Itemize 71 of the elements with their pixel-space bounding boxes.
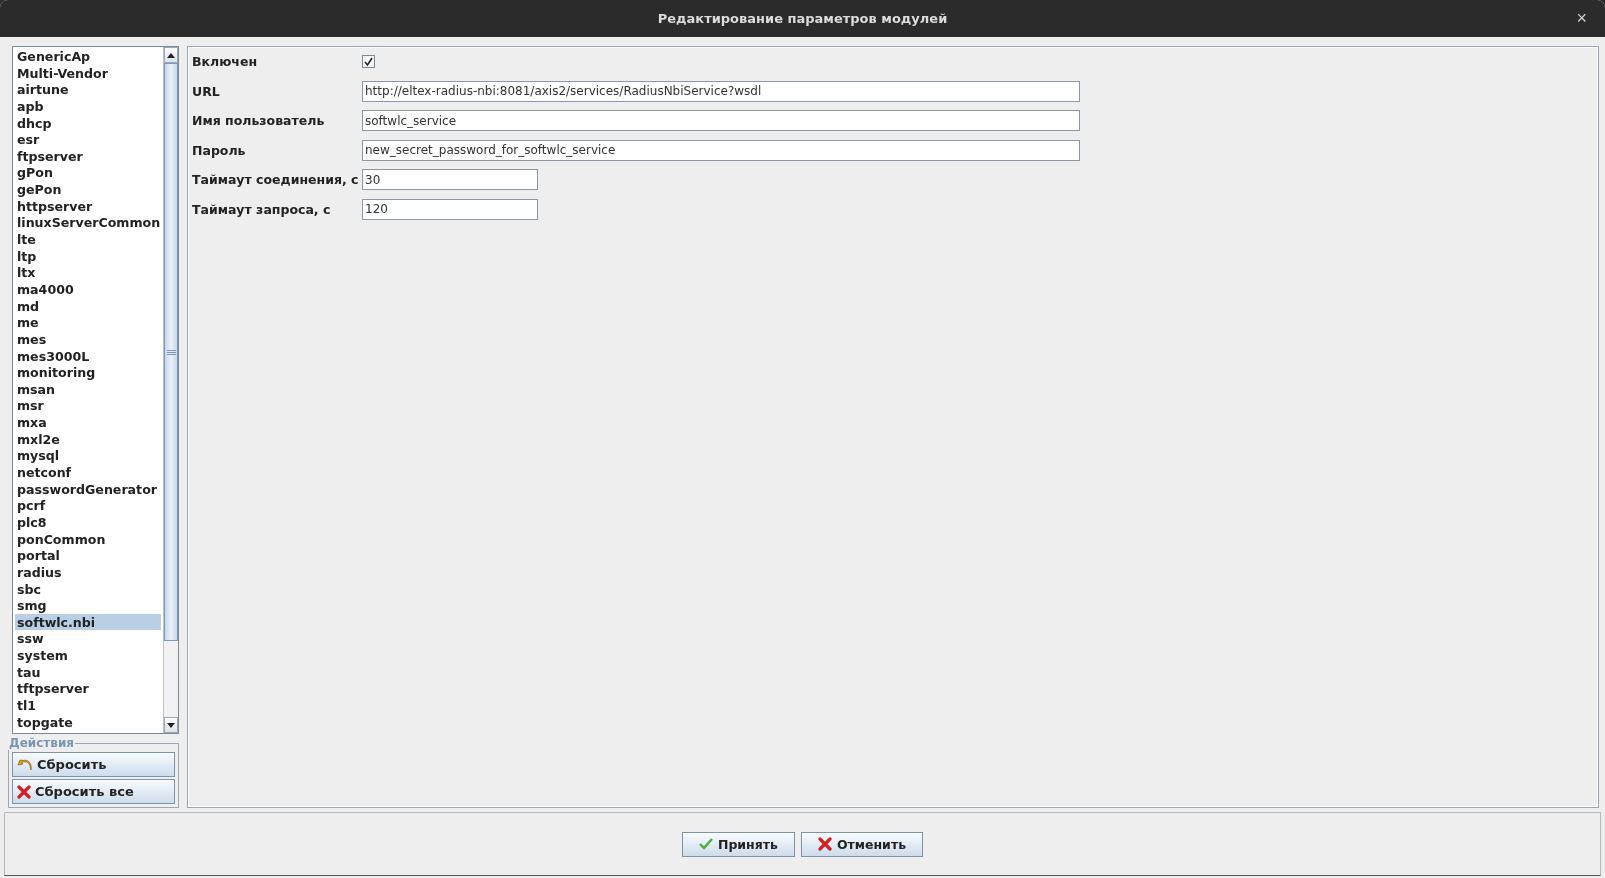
- input-field[interactable]: 30: [362, 169, 538, 191]
- module-item[interactable]: pcrf: [15, 497, 161, 514]
- module-item[interactable]: mes3000L: [15, 347, 161, 365]
- module-item[interactable]: smg: [15, 597, 161, 614]
- module-item[interactable]: portal: [15, 547, 161, 564]
- module-item[interactable]: ma4000: [15, 280, 161, 298]
- module-item[interactable]: topgate: [15, 713, 161, 731]
- module-item[interactable]: mes: [15, 330, 161, 348]
- check-icon: [698, 838, 713, 850]
- module-item[interactable]: softwlc.nbi: [15, 613, 161, 631]
- cancel-button[interactable]: Отменить: [800, 831, 924, 857]
- grip-icon: [166, 349, 176, 355]
- module-item[interactable]: tl1: [15, 697, 161, 714]
- module-item[interactable]: mysql: [15, 447, 161, 464]
- module-item[interactable]: passwordGenerator: [15, 480, 161, 498]
- up-arrow-icon: [167, 52, 175, 58]
- module-item[interactable]: esr: [15, 131, 161, 148]
- module-item[interactable]: linuxServerCommon: [15, 214, 161, 232]
- field-label: Пароль: [192, 142, 247, 158]
- scroll-up-button[interactable]: [164, 47, 178, 63]
- checkbox[interactable]: [362, 55, 375, 69]
- module-item[interactable]: mxa: [15, 414, 161, 431]
- down-arrow-icon: [167, 722, 175, 728]
- group-title: Действия: [8, 736, 75, 750]
- module-item[interactable]: md: [15, 297, 161, 315]
- module-item[interactable]: netconf: [15, 464, 161, 481]
- module-item[interactable]: tftpserver: [15, 680, 161, 697]
- field-label: Имя пользователь: [192, 113, 326, 129]
- input-field[interactable]: http://eltex-radius-nbi:8081/axis2/services/RadiusNbiService?wsdl: [362, 80, 1080, 102]
- module-item[interactable]: gPon: [15, 164, 161, 182]
- input-field[interactable]: 120: [362, 198, 538, 220]
- scrollbar[interactable]: [163, 47, 178, 733]
- module-item[interactable]: Multi-Vendor: [15, 64, 161, 82]
- module-item[interactable]: gePon: [15, 181, 161, 198]
- module-item[interactable]: tau: [15, 663, 161, 681]
- module-item[interactable]: system: [15, 647, 161, 664]
- module-item[interactable]: me: [15, 314, 161, 331]
- scroll-down-button[interactable]: [164, 717, 178, 733]
- module-item[interactable]: ssw: [15, 630, 161, 648]
- module-item[interactable]: apb: [15, 97, 161, 115]
- module-item[interactable]: ltx: [15, 264, 161, 281]
- close-button[interactable]: ×: [1572, 8, 1591, 28]
- undo-icon: [17, 757, 33, 772]
- field-label: Таймаут запроса, с: [192, 201, 332, 217]
- module-item[interactable]: ponCommon: [15, 530, 161, 548]
- field-label: Таймаут соединения, с: [192, 172, 360, 188]
- reset-button[interactable]: Сбросить: [12, 752, 175, 777]
- input-field[interactable]: softwlc_service: [362, 110, 1080, 132]
- module-item[interactable]: radius: [15, 563, 161, 581]
- module-item[interactable]: msan: [15, 380, 161, 398]
- cross-icon: [17, 784, 31, 799]
- input-field[interactable]: new_secret_password_for_softwlc_service: [362, 139, 1080, 161]
- reset-all-button[interactable]: Сбросить все: [12, 779, 175, 804]
- cross-icon: [817, 837, 832, 851]
- module-item[interactable]: airtune: [15, 81, 161, 98]
- module-item[interactable]: httpserver: [15, 197, 161, 215]
- scroll-thumb[interactable]: [164, 63, 178, 641]
- module-item[interactable]: GenericAp: [15, 48, 161, 65]
- field-label: URL: [192, 83, 221, 99]
- module-item[interactable]: ftpserver: [15, 147, 161, 165]
- field-label: Включен: [192, 54, 258, 70]
- module-item[interactable]: mxl2e: [15, 430, 161, 448]
- module-item[interactable]: sbc: [15, 580, 161, 598]
- module-item[interactable]: plc8: [15, 513, 161, 531]
- module-item[interactable]: dhcp: [15, 114, 161, 132]
- module-item[interactable]: ltp: [15, 247, 161, 265]
- module-item[interactable]: lte: [15, 231, 161, 248]
- window-title: Редактирование параметров модулей: [657, 11, 948, 26]
- module-item[interactable]: msr: [15, 397, 161, 415]
- accept-button[interactable]: Принять: [681, 831, 795, 857]
- module-item[interactable]: monitoring: [15, 364, 161, 381]
